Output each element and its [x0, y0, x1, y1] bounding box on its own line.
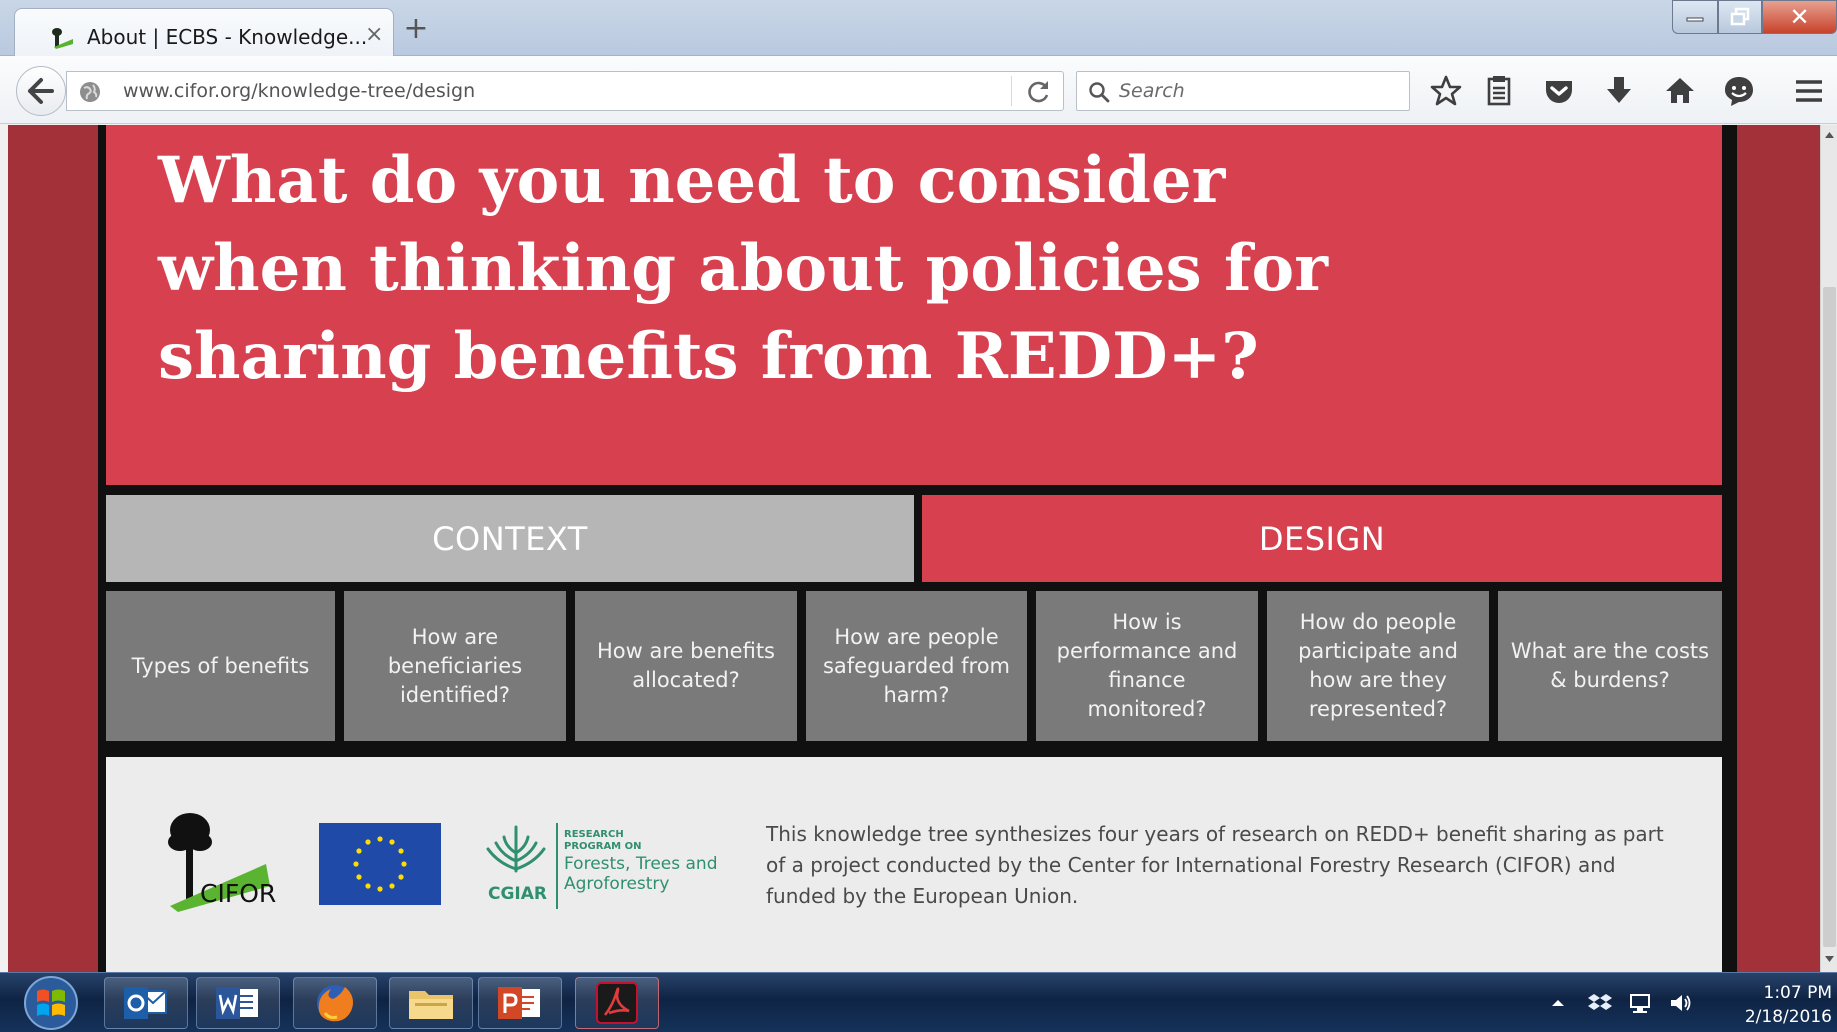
taskbar-word[interactable]	[196, 977, 280, 1029]
file-explorer-icon	[409, 991, 453, 1019]
tab-design-label: DESIGN	[1258, 519, 1386, 558]
browser-tab-bar: About | ECBS - Knowledge... × + ✕	[0, 0, 1837, 58]
outlook-icon	[124, 987, 167, 1019]
search-icon	[1089, 82, 1110, 103]
back-button[interactable]	[16, 66, 66, 116]
hero-title: What do you need to consider when thinki…	[158, 143, 1328, 394]
home-icon[interactable]	[1661, 72, 1699, 110]
clock-date: 2/18/2016	[1744, 1007, 1832, 1027]
svg-text:PROGRAM ON: PROGRAM ON	[564, 841, 641, 852]
hello-chat-icon[interactable]	[1720, 72, 1758, 110]
tab-context[interactable]: CONTEXT	[106, 495, 914, 582]
address-bar[interactable]: www.cifor.org/knowledge-tree/design	[66, 71, 1064, 111]
minimize-icon	[1686, 17, 1704, 22]
topic-beneficiaries-identified[interactable]: How are beneficiaries identified?	[344, 591, 566, 741]
pocket-icon[interactable]	[1540, 72, 1578, 110]
show-hidden-icons-icon[interactable]	[1546, 991, 1570, 1015]
close-window-button[interactable]: ✕	[1762, 0, 1837, 34]
url-text: www.cifor.org/knowledge-tree/design	[123, 80, 476, 102]
tab-context-label: CONTEXT	[432, 519, 588, 558]
svg-text:Agroforestry: Agroforestry	[564, 874, 669, 894]
taskbar-file-explorer[interactable]	[389, 977, 473, 1029]
back-arrow-icon	[28, 78, 54, 104]
taskbar-firefox[interactable]	[293, 977, 377, 1029]
new-tab-button[interactable]: +	[398, 12, 434, 48]
network-icon[interactable]	[1628, 991, 1652, 1015]
browser-nav-bar: www.cifor.org/knowledge-tree/design	[0, 56, 1837, 124]
content-frame: What do you need to consider when thinki…	[98, 125, 1737, 972]
cgiar-logo-text: CGIAR	[488, 884, 547, 904]
topic-people-safeguarded[interactable]: How are people safeguarded from harm?	[806, 591, 1027, 741]
cifor-logo[interactable]: CIFOR	[166, 812, 281, 912]
windows-taskbar: 1:07 PM 2/18/2016	[0, 972, 1837, 1032]
eu-flag-logo[interactable]	[319, 823, 441, 905]
dropbox-icon[interactable]	[1588, 991, 1612, 1015]
menu-icon[interactable]	[1790, 72, 1828, 110]
topic-label: How do people participate and how are th…	[1298, 610, 1458, 721]
scroll-up-icon[interactable]	[1824, 131, 1835, 139]
reload-icon[interactable]	[1025, 78, 1053, 106]
restore-window-button[interactable]	[1718, 0, 1762, 34]
firefox-icon	[317, 985, 353, 1022]
topic-label: Types of benefits	[131, 653, 310, 678]
reading-list-icon[interactable]	[1480, 72, 1518, 110]
page-footer: CIFOR CGIAR RESEARCH PROGRAM ON Forests,…	[106, 757, 1722, 972]
topic-label: How is performance and finance monitored…	[1056, 610, 1238, 721]
taskbar-acrobat[interactable]	[575, 977, 659, 1029]
scroll-thumb[interactable]	[1823, 287, 1836, 947]
close-x-icon: ✕	[1789, 3, 1810, 31]
svg-text:RESEARCH: RESEARCH	[564, 829, 624, 840]
powerpoint-icon	[498, 987, 540, 1019]
tree-favicon-icon	[52, 28, 73, 49]
topic-benefits-allocated[interactable]: How are benefits allocated?	[575, 591, 797, 741]
topic-label: How are benefits allocated?	[596, 639, 775, 692]
taskbar-outlook[interactable]	[104, 977, 188, 1029]
topic-types-of-benefits[interactable]: Types of benefits	[106, 591, 335, 741]
scroll-down-icon[interactable]	[1824, 955, 1835, 963]
screen: About | ECBS - Knowledge... × + ✕ www.ci…	[0, 0, 1837, 1032]
topic-label: How are people safeguarded from harm?	[822, 624, 1011, 707]
search-input[interactable]	[1119, 74, 1399, 108]
url-separator	[1011, 76, 1012, 106]
windows-start-icon[interactable]	[20, 975, 82, 1031]
topic-costs-burdens[interactable]: What are the costs & burdens?	[1498, 591, 1722, 741]
close-tab-icon[interactable]: ×	[365, 22, 383, 47]
topic-performance-monitored[interactable]: How is performance and finance monitored…	[1036, 591, 1258, 741]
tab-design[interactable]: DESIGN	[922, 495, 1722, 582]
browser-tab-active[interactable]: About | ECBS - Knowledge... ×	[14, 8, 394, 58]
acrobat-icon	[596, 982, 638, 1024]
volume-icon[interactable]	[1668, 991, 1692, 1015]
hero-banner: What do you need to consider when thinki…	[106, 125, 1722, 485]
footer-description: This knowledge tree synthesizes four yea…	[766, 822, 1664, 908]
topic-label: What are the costs & burdens?	[1510, 639, 1710, 692]
topic-label: How are beneficiaries identified?	[387, 624, 523, 707]
cgiar-crp-logo[interactable]: CGIAR RESEARCH PROGRAM ON Forests, Trees…	[484, 819, 724, 915]
tab-title: About | ECBS - Knowledge...	[87, 25, 368, 49]
svg-text:Forests, Trees and: Forests, Trees and	[564, 854, 718, 874]
taskbar-powerpoint[interactable]	[478, 977, 562, 1029]
download-icon[interactable]	[1600, 72, 1638, 110]
word-icon	[216, 987, 258, 1019]
globe-icon	[80, 82, 100, 102]
cifor-logo-text: CIFOR	[200, 879, 276, 908]
system-clock[interactable]: 1:07 PM 2/18/2016	[1708, 981, 1832, 1029]
topic-participation-representation[interactable]: How do people participate and how are th…	[1267, 591, 1489, 741]
page-scrollbar[interactable]	[1820, 125, 1837, 972]
page-viewport: What do you need to consider when thinki…	[8, 125, 1820, 972]
clock-time: 1:07 PM	[1763, 983, 1833, 1003]
restore-icon	[1730, 7, 1750, 26]
minimize-window-button[interactable]	[1672, 0, 1718, 34]
bookmark-star-icon[interactable]	[1427, 72, 1465, 110]
search-box[interactable]	[1076, 71, 1410, 111]
